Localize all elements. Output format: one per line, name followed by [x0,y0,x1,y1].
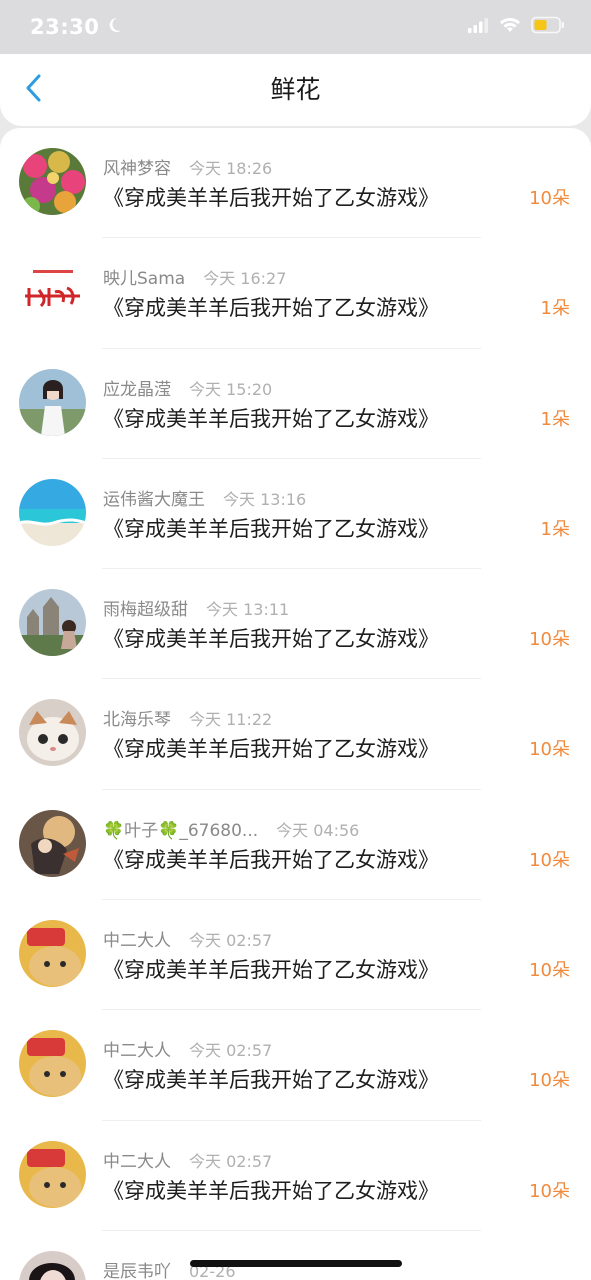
user-avatar[interactable] [19,148,86,215]
status-time: 23:30 [30,15,123,39]
list-item[interactable]: 中二大人 今天 02:57 《穿成美羊羊后我开始了乙女游戏》 10朵 [0,900,591,1011]
flower-count: 10朵 [529,1070,570,1092]
username[interactable]: 🍀叶子🍀_67680... [103,816,258,841]
user-avatar[interactable] [19,920,86,988]
flower-count: 10朵 [529,188,570,209]
item-meta: 中二大人 今天 02:57 [103,926,272,951]
timestamp: 今天 02:57 [189,1151,273,1171]
user-avatar[interactable] [19,699,86,767]
flower-count: 1朵 [540,518,570,540]
username[interactable]: 北海乐琴 [103,705,171,730]
item-meta: 映儿Sama 今天 16:27 [103,264,286,289]
user-avatar[interactable] [19,1250,86,1280]
book-title[interactable]: 《穿成美羊羊后我开始了乙女游戏》 [103,954,439,984]
battery-icon [531,16,565,38]
timestamp: 今天 13:11 [206,600,290,620]
signal-icon [467,17,489,37]
username[interactable]: 是辰韦吖 [103,1257,171,1280]
home-indicator[interactable] [190,1260,402,1267]
username[interactable]: 运伟酱大魔王 [103,485,205,510]
item-meta: 中二大人 今天 02:57 [103,1036,272,1061]
status-time-text: 23:30 [30,15,100,39]
list-item[interactable]: 风神梦容 今天 18:26 《穿成美羊羊后我开始了乙女游戏》 10朵 [0,128,591,239]
list-item[interactable]: 运伟酱大魔王 今天 13:16 《穿成美羊羊后我开始了乙女游戏》 1朵 [0,459,591,570]
timestamp: 今天 15:20 [189,379,273,399]
timestamp: 今天 04:56 [276,820,360,840]
user-avatar[interactable] [19,258,86,326]
user-avatar[interactable] [19,589,86,657]
username[interactable]: 中二大人 [103,926,171,951]
item-meta: 应龙晶滢 今天 15:20 [103,375,272,400]
username[interactable]: 映儿Sama [103,264,185,289]
item-meta: 运伟酱大魔王 今天 13:16 [103,485,306,510]
nav-bar: 鲜花 [0,54,591,126]
flower-list: 风神梦容 今天 18:26 《穿成美羊羊后我开始了乙女游戏》 10朵 映儿Sam… [0,128,591,1280]
item-meta: 北海乐琴 今天 11:22 [103,705,272,730]
timestamp: 今天 02:57 [189,931,273,951]
book-title[interactable]: 《穿成美羊羊后我开始了乙女游戏》 [103,623,439,653]
moon-icon [105,15,123,39]
book-title[interactable]: 《穿成美羊羊后我开始了乙女游戏》 [103,403,439,433]
book-title[interactable]: 《穿成美羊羊后我开始了乙女游戏》 [103,1175,439,1205]
username[interactable]: 风神梦容 [103,154,171,179]
user-avatar[interactable] [19,1030,86,1098]
item-meta: 风神梦容 今天 18:26 [103,154,272,179]
flower-count: 10朵 [529,739,570,761]
item-meta: 中二大人 今天 02:57 [103,1147,272,1172]
timestamp: 今天 18:26 [189,159,273,178]
book-title[interactable]: 《穿成美羊羊后我开始了乙女游戏》 [103,292,439,322]
username[interactable]: 雨梅超级甜 [103,595,188,620]
flower-count: 10朵 [529,1180,570,1202]
user-avatar[interactable] [19,368,86,436]
status-bar: 23:30 [0,0,591,54]
list-item[interactable]: 中二大人 今天 02:57 《穿成美羊羊后我开始了乙女游戏》 10朵 [0,1010,591,1121]
flower-count: 1朵 [540,298,570,320]
timestamp: 今天 02:57 [189,1041,273,1061]
username[interactable]: 中二大人 [103,1036,171,1061]
list-item[interactable]: 🍀叶子🍀_67680... 今天 04:56 《穿成美羊羊后我开始了乙女游戏》 … [0,790,591,901]
book-title[interactable]: 《穿成美羊羊后我开始了乙女游戏》 [103,182,439,212]
flower-count: 10朵 [529,629,570,651]
timestamp: 今天 11:22 [189,710,273,730]
book-title[interactable]: 《穿成美羊羊后我开始了乙女游戏》 [103,733,439,763]
list-item[interactable]: 北海乐琴 今天 11:22 《穿成美羊羊后我开始了乙女游戏》 10朵 [0,679,591,790]
flower-count: 1朵 [540,408,570,430]
page-title: 鲜花 [270,75,321,104]
flower-count: 10朵 [529,960,570,982]
wifi-icon [499,17,521,37]
list-item[interactable]: 映儿Sama 今天 16:27 《穿成美羊羊后我开始了乙女游戏》 1朵 [0,238,591,349]
item-meta: 雨梅超级甜 今天 13:11 [103,595,289,620]
book-title[interactable]: 《穿成美羊羊后我开始了乙女游戏》 [103,1064,439,1094]
timestamp: 今天 16:27 [203,269,287,289]
flower-count: 10朵 [529,849,570,871]
user-avatar[interactable] [19,478,86,546]
book-title[interactable]: 《穿成美羊羊后我开始了乙女游戏》 [103,844,439,874]
username[interactable]: 中二大人 [103,1147,171,1172]
list-item[interactable]: 是辰韦吖 02-26 [0,1231,591,1280]
book-title[interactable]: 《穿成美羊羊后我开始了乙女游戏》 [103,513,439,543]
status-icons [467,16,565,38]
list-item[interactable]: 应龙晶滢 今天 15:20 《穿成美羊羊后我开始了乙女游戏》 1朵 [0,349,591,459]
username[interactable]: 应龙晶滢 [103,375,171,400]
user-avatar[interactable] [19,809,86,877]
item-meta: 🍀叶子🍀_67680... 今天 04:56 [103,816,359,841]
list-item[interactable]: 雨梅超级甜 今天 13:11 《穿成美羊羊后我开始了乙女游戏》 10朵 [0,569,591,680]
list-item[interactable]: 中二大人 今天 02:57 《穿成美羊羊后我开始了乙女游戏》 10朵 [0,1121,591,1231]
user-avatar[interactable] [19,1140,86,1208]
timestamp: 今天 13:16 [223,489,307,509]
